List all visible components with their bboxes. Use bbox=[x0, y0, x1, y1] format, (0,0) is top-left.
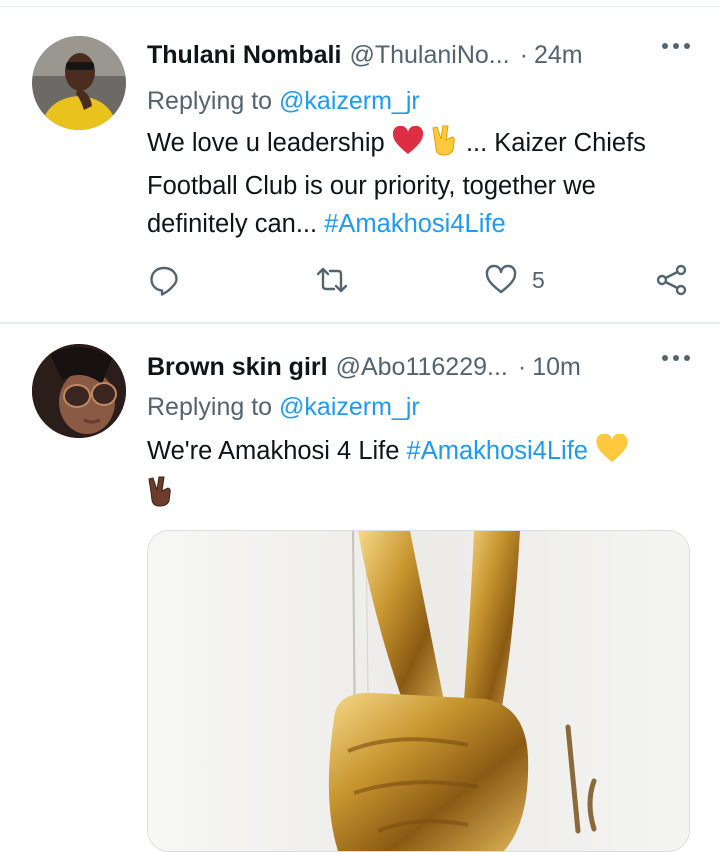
more-options-icon[interactable] bbox=[662, 355, 690, 361]
replying-to: Replying to @kaizerm_jr bbox=[147, 87, 420, 116]
replying-prefix: Replying to bbox=[147, 393, 273, 421]
victory-hand-dark-icon bbox=[147, 475, 175, 518]
tweet-actions: 5 bbox=[147, 262, 692, 298]
replying-prefix: Replying to bbox=[147, 87, 273, 115]
reply-button[interactable] bbox=[147, 262, 181, 298]
tweet-image[interactable] bbox=[147, 530, 690, 852]
separator-dot: · bbox=[517, 352, 527, 381]
like-button[interactable]: 5 bbox=[484, 262, 545, 298]
author-name[interactable]: Thulani Nombali bbox=[147, 41, 341, 70]
heart-icon bbox=[485, 264, 517, 294]
more-options-icon[interactable] bbox=[662, 43, 690, 49]
reply-mention-link[interactable]: @kaizerm_jr bbox=[279, 393, 420, 421]
avatar[interactable] bbox=[32, 344, 126, 438]
reply-mention-link[interactable]: @kaizerm_jr bbox=[279, 87, 420, 115]
avatar[interactable] bbox=[32, 36, 126, 130]
tweet-time[interactable]: 10m bbox=[532, 353, 581, 382]
share-button[interactable] bbox=[655, 262, 689, 298]
retweet-button[interactable] bbox=[315, 262, 349, 298]
tweet-card[interactable]: Thulani Nombali @ThulaniNo... · 24m Repl… bbox=[0, 0, 720, 324]
gold-victory-sculpture-image bbox=[148, 531, 689, 851]
victory-hand-icon bbox=[431, 124, 459, 167]
author-handle[interactable]: @ThulaniNo... bbox=[349, 41, 509, 70]
replying-to: Replying to @kaizerm_jr bbox=[147, 393, 420, 422]
tweet-text-part: We love u leadership bbox=[147, 129, 385, 157]
comment-icon bbox=[150, 266, 178, 296]
retweet-icon bbox=[316, 267, 348, 293]
author-name[interactable]: Brown skin girl bbox=[147, 353, 328, 382]
tweet-header: Thulani Nombali @ThulaniNo... · 24m bbox=[147, 35, 690, 75]
red-heart-icon bbox=[392, 125, 424, 167]
tweet-text-part: We're Amakhosi 4 Life bbox=[147, 437, 400, 465]
author-handle[interactable]: @Abo116229... bbox=[336, 353, 508, 382]
tweet-text: We love u leadership ... Kaizer Chiefs F… bbox=[147, 124, 692, 243]
like-count: 5 bbox=[532, 266, 545, 293]
share-icon bbox=[656, 264, 687, 296]
separator-dot: · bbox=[519, 40, 528, 69]
tweet-header: Brown skin girl @Abo116229... · 10m bbox=[147, 347, 690, 387]
hashtag-link[interactable]: #Amakhosi4Life bbox=[324, 210, 505, 238]
tweet-text: We're Amakhosi 4 Life #Amakhosi4Life bbox=[147, 432, 692, 518]
tweet-time[interactable]: 24m bbox=[534, 41, 583, 70]
yellow-heart-icon bbox=[595, 433, 629, 475]
hashtag-link[interactable]: #Amakhosi4Life bbox=[407, 437, 588, 465]
